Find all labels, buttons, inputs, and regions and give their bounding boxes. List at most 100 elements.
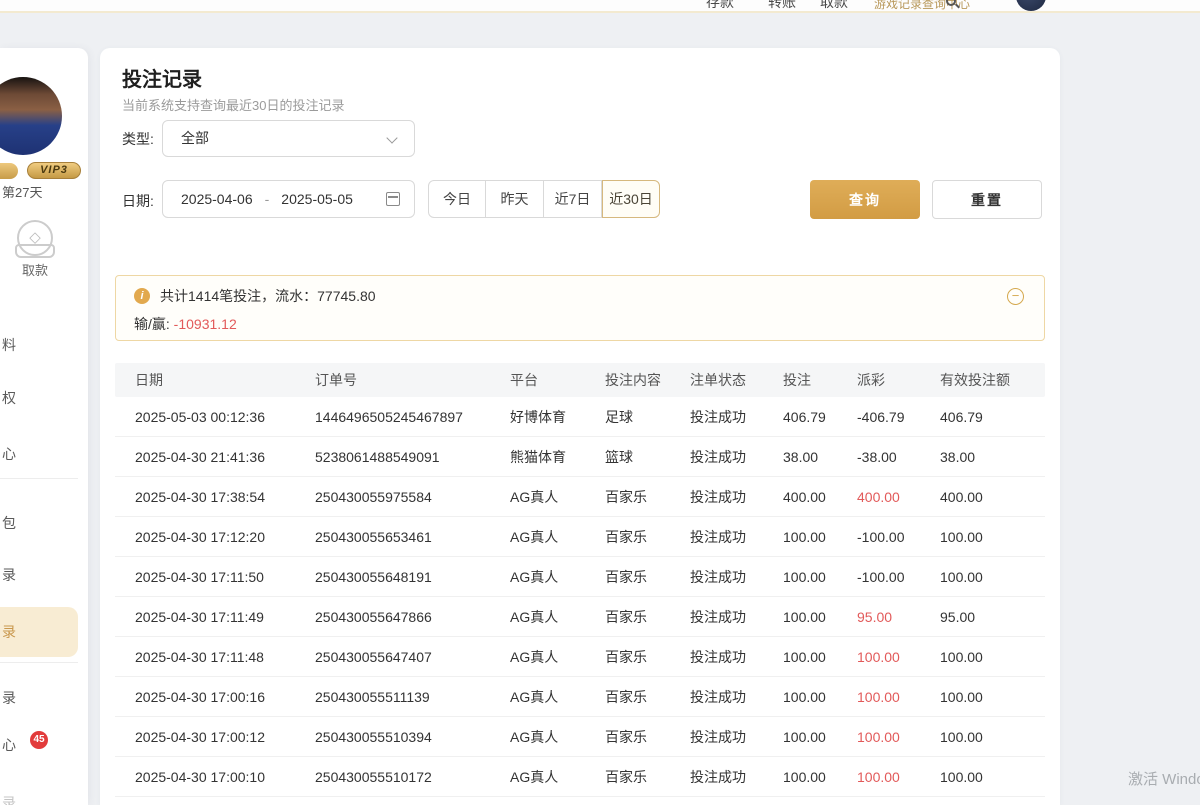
withdraw-label[interactable]: 取款 xyxy=(22,260,48,279)
cell-platform: AG真人 xyxy=(510,727,605,747)
cell-bet-amount: 100.00 xyxy=(783,689,857,705)
cell-valid-bet: 100.00 xyxy=(940,529,1045,545)
cell-date: 2025-04-30 17:11:48 xyxy=(115,649,315,665)
type-select[interactable]: 全部 xyxy=(162,120,415,157)
cell-valid-bet: 100.00 xyxy=(940,769,1045,785)
table-row: 2025-04-30 17:11:49250430055647866AG真人百家… xyxy=(115,597,1045,637)
collapse-icon[interactable]: − xyxy=(1007,288,1024,305)
quick-date-button[interactable]: 近7日 xyxy=(544,180,602,218)
cell-status: 投注成功 xyxy=(690,687,783,707)
date-start-value: 2025-04-06 xyxy=(181,191,253,207)
cell-bet-amount: 100.00 xyxy=(783,609,857,625)
quick-date-button-active[interactable]: 近30日 xyxy=(602,180,660,218)
cell-order-no: 5238061488549091 xyxy=(315,449,510,465)
column-header: 平台 xyxy=(510,370,605,390)
cell-date: 2025-04-30 17:00:16 xyxy=(115,689,315,705)
cell-bet-content: 百家乐 xyxy=(605,767,690,787)
cell-date: 2025-04-30 17:11:49 xyxy=(115,609,315,625)
cell-platform: AG真人 xyxy=(510,767,605,787)
nav-transfer-link[interactable]: 转账 xyxy=(768,0,796,12)
cell-valid-bet: 100.00 xyxy=(940,569,1045,585)
cell-bet-amount: 400.00 xyxy=(783,489,857,505)
sidebar-item[interactable]: 料 xyxy=(2,335,16,355)
summary-box: i 共计1414笔投注，流水：77745.80 − 输/赢: -10931.12 xyxy=(115,275,1045,341)
sidebar-item[interactable]: 录 xyxy=(2,793,16,805)
search-button[interactable]: 查询 xyxy=(810,180,920,219)
column-header: 日期 xyxy=(115,370,315,390)
cell-status: 投注成功 xyxy=(690,767,783,787)
user-avatar[interactable] xyxy=(0,77,62,155)
sidebar-item[interactable]: 录 xyxy=(2,565,16,585)
cell-platform: 好博体育 xyxy=(510,407,605,427)
cell-payout: 100.00 xyxy=(857,769,940,785)
column-header: 订单号 xyxy=(315,370,510,390)
sidebar-item[interactable]: 录 xyxy=(2,688,16,708)
cell-bet-content: 篮球 xyxy=(605,447,690,467)
cell-valid-bet: 100.00 xyxy=(940,689,1045,705)
cell-order-no: 250430055975584 xyxy=(315,489,510,505)
cell-bet-content: 百家乐 xyxy=(605,727,690,747)
table-row: 2025-04-30 17:00:12250430055510394AG真人百家… xyxy=(115,717,1045,757)
table-row: 2025-04-30 17:11:50250430055648191AG真人百家… xyxy=(115,557,1045,597)
cell-bet-content: 百家乐 xyxy=(605,687,690,707)
table-row: 2025-04-30 17:12:20250430055653461AG真人百家… xyxy=(115,517,1045,557)
cell-valid-bet: 100.00 xyxy=(940,649,1045,665)
winloss-label: 输/赢: xyxy=(134,316,170,332)
quick-date-button[interactable]: 昨天 xyxy=(486,180,544,218)
info-icon: i xyxy=(134,288,150,304)
reset-button[interactable]: 重置 xyxy=(932,180,1042,219)
cell-order-no: 250430055647866 xyxy=(315,609,510,625)
cell-status: 投注成功 xyxy=(690,447,783,467)
nav-deposit-link[interactable]: 存款 xyxy=(706,0,734,12)
cell-bet-amount: 100.00 xyxy=(783,769,857,785)
cell-order-no: 250430055653461 xyxy=(315,529,510,545)
cell-payout: -406.79 xyxy=(857,409,940,425)
top-navigation: 存款 转账 取款 游戏记录查询中心 xyxy=(0,0,1200,13)
cell-platform: AG真人 xyxy=(510,647,605,667)
quick-date-button[interactable]: 今日 xyxy=(428,180,486,218)
cell-bet-amount: 406.79 xyxy=(783,409,857,425)
cell-valid-bet: 95.00 xyxy=(940,609,1045,625)
cell-bet-amount: 100.00 xyxy=(783,569,857,585)
cell-payout: 100.00 xyxy=(857,729,940,745)
cell-status: 投注成功 xyxy=(690,487,783,507)
diamond-withdraw-icon[interactable]: ◇ xyxy=(17,220,53,256)
type-select-value: 全部 xyxy=(181,130,209,146)
cell-bet-amount: 100.00 xyxy=(783,649,857,665)
sidebar-item[interactable]: 心45 xyxy=(2,735,16,755)
betting-records-card: 投注记录 当前系统支持查询最近30日的投注记录 类型: 全部 日期: 2025-… xyxy=(100,48,1060,805)
search-icon[interactable] xyxy=(946,0,956,6)
sidebar-item[interactable]: 心 xyxy=(2,444,16,464)
sidebar-item[interactable]: 权 xyxy=(2,388,16,408)
table-row: 2025-04-30 17:00:16250430055511139AG真人百家… xyxy=(115,677,1045,717)
cell-platform: AG真人 xyxy=(510,527,605,547)
column-header: 有效投注额 xyxy=(940,370,1045,390)
nav-withdraw-link[interactable]: 取款 xyxy=(820,0,848,12)
sidebar-item[interactable]: 包 xyxy=(2,513,16,533)
type-filter-label: 类型: xyxy=(122,129,154,149)
date-range-input[interactable]: 2025-04-06 - 2025-05-05 xyxy=(162,180,415,218)
cell-status: 投注成功 xyxy=(690,567,783,587)
calendar-icon[interactable] xyxy=(386,192,400,206)
membership-day-text: 第27天 xyxy=(2,182,42,201)
cell-date: 2025-04-30 17:12:20 xyxy=(115,529,315,545)
notification-badge: 45 xyxy=(30,731,48,749)
user-avatar-small[interactable] xyxy=(1016,0,1046,11)
cell-payout: 400.00 xyxy=(857,489,940,505)
cell-payout: 95.00 xyxy=(857,609,940,625)
page-title: 投注记录 xyxy=(122,63,202,92)
table-row: 2025-04-30 17:38:54250430055975584AG真人百家… xyxy=(115,477,1045,517)
cell-valid-bet: 100.00 xyxy=(940,729,1045,745)
cell-platform: AG真人 xyxy=(510,607,605,627)
cell-bet-content: 百家乐 xyxy=(605,567,690,587)
winloss-amount: -10931.12 xyxy=(174,316,237,332)
cell-order-no: 250430055510394 xyxy=(315,729,510,745)
table-row: 2025-04-30 17:00:10250430055510172AG真人百家… xyxy=(115,757,1045,797)
cell-platform: AG真人 xyxy=(510,567,605,587)
cell-bet-amount: 100.00 xyxy=(783,529,857,545)
cell-order-no: 250430055510172 xyxy=(315,769,510,785)
sidebar-item-active[interactable]: 录 xyxy=(2,622,16,642)
column-header: 投注内容 xyxy=(605,370,690,390)
cell-date: 2025-04-30 17:11:50 xyxy=(115,569,315,585)
page-subtitle: 当前系统支持查询最近30日的投注记录 xyxy=(122,95,344,114)
